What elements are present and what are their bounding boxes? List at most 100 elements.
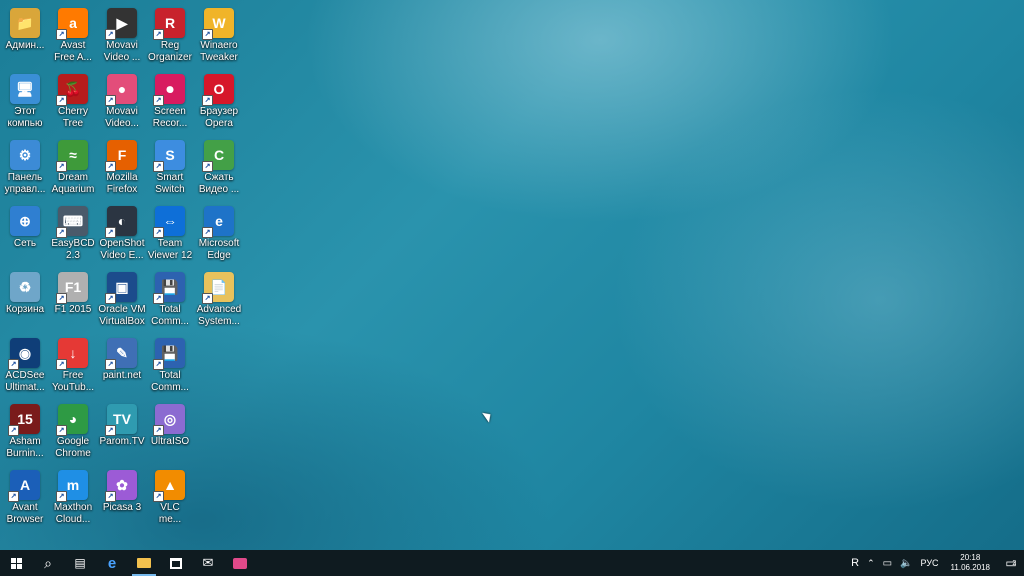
desktop-icon-free-youtube-downloader[interactable]: ↓ ↗ Free YouTub... — [48, 334, 98, 398]
desktop-icon-advanced-systemcare[interactable]: 📄 ↗ Advanced System... — [194, 268, 244, 332]
shortcut-arrow-icon: ↗ — [56, 425, 67, 436]
desktop-icon-winaero-tweaker[interactable]: W ↗ Winaero Tweaker — [194, 4, 244, 68]
desktop-icon-label: Панель управл... — [4, 172, 46, 195]
desktop-icon-label: Google Chrome — [55, 436, 91, 459]
desktop-icon-label: Cherry Tree — [57, 106, 88, 129]
desktop-icon-teamviewer[interactable]: ⇔ ↗ Team Viewer 12 — [145, 202, 195, 266]
explorer-taskbar-button[interactable] — [128, 550, 160, 576]
desktop-icon-openshot-video-editor[interactable]: ◐ ↗ OpenShot Video E... — [97, 202, 147, 266]
total-commander-icon: 💾 ↗ — [153, 272, 185, 304]
desktop-icon-reg-organizer[interactable]: R ↗ Reg Organizer — [145, 4, 195, 68]
desktop-icon-label: ACDSee Ultimat... — [5, 370, 45, 393]
desktop-icon-total-commander-2[interactable]: 💾 ↗ Total Comm... — [145, 334, 195, 398]
shortcut-arrow-icon: ↗ — [105, 293, 116, 304]
desktop-icon-avant-browser[interactable]: A ↗ Avant Browser — [0, 466, 50, 530]
smart-switch-icon: S ↗ — [153, 140, 185, 172]
desktop-icon-label: Сжать Видео ... — [198, 172, 240, 195]
edge-icon: e — [107, 554, 117, 572]
desktop-icon-oracle-virtualbox[interactable]: ▣ ↗ Oracle VM VirtualBox — [97, 268, 147, 332]
desktop-icon-admin-folder[interactable]: 📁 Админ... — [0, 4, 50, 68]
desktop-icon-microsoft-edge[interactable]: e ↗ Microsoft Edge — [194, 202, 244, 266]
desktop-icon-vlc-media-player[interactable]: ▲ ↗ VLC me... — [145, 466, 195, 530]
ultraiso-icon: ◎ ↗ — [153, 404, 185, 436]
desktop-icon-label: Oracle VM VirtualBox — [98, 304, 146, 327]
screen-recorder-icon — [233, 557, 247, 569]
desktop-icon-network[interactable]: ⊕ Сеть — [0, 202, 50, 266]
store-taskbar-button[interactable] — [160, 550, 192, 576]
desktop-icon-ultraiso[interactable]: ◎ ↗ UltraISO — [145, 400, 195, 464]
control-panel-icon: ⚙ — [10, 140, 40, 170]
reg-organizer-icon: R ↗ — [153, 8, 185, 40]
desktop-icon-ashampoo-burning[interactable]: 15 ↗ Asham Burnin... — [0, 400, 50, 464]
desktop-icon-label: Smart Switch — [155, 172, 185, 195]
action-center-button[interactable]: ▭ 2 — [998, 550, 1024, 576]
desktop-icon-total-commander[interactable]: 💾 ↗ Total Comm... — [145, 268, 195, 332]
task-view-button[interactable]: ▤ — [64, 550, 96, 576]
desktop-icon-google-chrome[interactable]: ◕ ↗ Google Chrome — [48, 400, 98, 464]
people-icon[interactable]: R — [851, 557, 859, 569]
start-button[interactable] — [0, 550, 32, 576]
network-icon[interactable]: ▭ — [883, 558, 892, 569]
desktop-icon-smart-switch[interactable]: S ↗ Smart Switch — [145, 136, 195, 200]
desktop-icon-parom-tv[interactable]: TV ↗ Parom.TV — [97, 400, 147, 464]
chevron-up-icon[interactable]: ⌃ — [867, 558, 875, 569]
language-indicator[interactable]: РУС — [921, 558, 939, 568]
desktop[interactable]: 📁 Админ... a ↗ Avast Free A... ▶ ↗ Movavi Video… — [0, 0, 1024, 550]
edge-taskbar-button[interactable]: e — [96, 550, 128, 576]
mail-taskbar-button[interactable]: ✉ — [192, 550, 224, 576]
desktop-icon-picasa[interactable]: ✿ ↗ Picasa 3 — [97, 466, 147, 530]
shortcut-arrow-icon: ↗ — [105, 425, 116, 436]
avast-free-antivirus-icon: a ↗ — [56, 8, 88, 40]
shortcut-arrow-icon: ↗ — [202, 29, 213, 40]
desktop-icon-label: Winaero Tweaker — [200, 40, 238, 63]
desktop-icon-avast-free-antivirus[interactable]: a ↗ Avast Free A... — [48, 4, 98, 68]
system-tray: R ⌃ ▭ 🔈 РУС 20:18 11.06.2018 ▭ 2 — [847, 550, 1024, 576]
network-icon: ⊕ — [10, 206, 40, 236]
screen-recorder-taskbar-button[interactable] — [224, 550, 256, 576]
f1-2015-icon: F1 ↗ — [56, 272, 88, 304]
picasa-icon: ✿ ↗ — [105, 470, 137, 502]
shortcut-arrow-icon: ↗ — [8, 425, 19, 436]
clock[interactable]: 20:18 11.06.2018 — [951, 553, 990, 573]
desktop-icon-recycle-bin[interactable]: ♻ Корзина — [0, 268, 50, 332]
desktop-icon-movavi-video-suite[interactable]: ● ↗ Movavi Video... — [97, 70, 147, 134]
volume-icon[interactable]: 🔈 — [900, 558, 912, 569]
notification-icon: ▭ 2 — [1005, 556, 1017, 570]
desktop-icon-opera-browser[interactable]: O ↗ Браузер Opera — [194, 70, 244, 134]
openshot-video-editor-icon: ◐ ↗ — [105, 206, 137, 238]
desktop-icon-dream-aquarium[interactable]: ≈ ↗ Dream Aquarium — [48, 136, 98, 200]
shortcut-arrow-icon: ↗ — [56, 227, 67, 238]
desktop-icon-paint-net[interactable]: ✎ ↗ paint.net — [97, 334, 147, 398]
shortcut-arrow-icon: ↗ — [56, 161, 67, 172]
easybcd-icon: ⌨ ↗ — [56, 206, 88, 238]
desktop-icon-f1-2015[interactable]: F1 ↗ F1 2015 — [48, 268, 98, 332]
shortcut-arrow-icon: ↗ — [153, 491, 164, 502]
search-button[interactable]: ⌕ — [32, 550, 64, 576]
shortcut-arrow-icon: ↗ — [202, 161, 213, 172]
screen-recorder-icon: ⏺ ↗ — [153, 74, 185, 106]
desktop-icon-screen-recorder[interactable]: ⏺ ↗ Screen Recor... — [145, 70, 195, 134]
shortcut-arrow-icon: ↗ — [153, 29, 164, 40]
shortcut-arrow-icon: ↗ — [105, 227, 116, 238]
desktop-icon-easybcd[interactable]: ⌨ ↗ EasyBCD 2.3 — [48, 202, 98, 266]
desktop-icon-mozilla-firefox[interactable]: F ↗ Mozilla Firefox — [97, 136, 147, 200]
desktop-icon-maxthon-cloud[interactable]: m ↗ Maxthon Cloud... — [48, 466, 98, 530]
compress-video-icon: C ↗ — [202, 140, 234, 172]
desktop-icon-label: Movavi Video... — [105, 106, 139, 129]
desktop-icon-this-pc[interactable]: 🖥 Этот компью — [0, 70, 50, 134]
notification-count: 2 — [1012, 560, 1017, 567]
oracle-virtualbox-icon: ▣ ↗ — [105, 272, 137, 304]
shortcut-arrow-icon: ↗ — [105, 29, 116, 40]
this-pc-icon: 🖥 — [10, 74, 40, 104]
recycle-bin-icon: ♻ — [10, 272, 40, 302]
desktop-icon-acdsee-ultimate[interactable]: ◉ ↗ ACDSee Ultimat... — [0, 334, 50, 398]
taskbar: ⌕ ▤ e ✉ R ⌃ ▭ 🔈 РУС 20:18 11.06.2018 ▭ 2 — [0, 550, 1024, 576]
desktop-icon-movavi-video-editor[interactable]: ▶ ↗ Movavi Video ... — [97, 4, 147, 68]
desktop-icon-cherry-tree[interactable]: 🍒 ↗ Cherry Tree — [48, 70, 98, 134]
movavi-video-suite-icon: ● ↗ — [105, 74, 137, 106]
desktop-icon-compress-video[interactable]: C ↗ Сжать Видео ... — [194, 136, 244, 200]
desktop-icon-control-panel[interactable]: ⚙ Панель управл... — [0, 136, 50, 200]
desktop-icon-label: Free YouTub... — [51, 370, 95, 393]
shortcut-arrow-icon: ↗ — [153, 293, 164, 304]
search-icon: ⌕ — [44, 554, 52, 571]
